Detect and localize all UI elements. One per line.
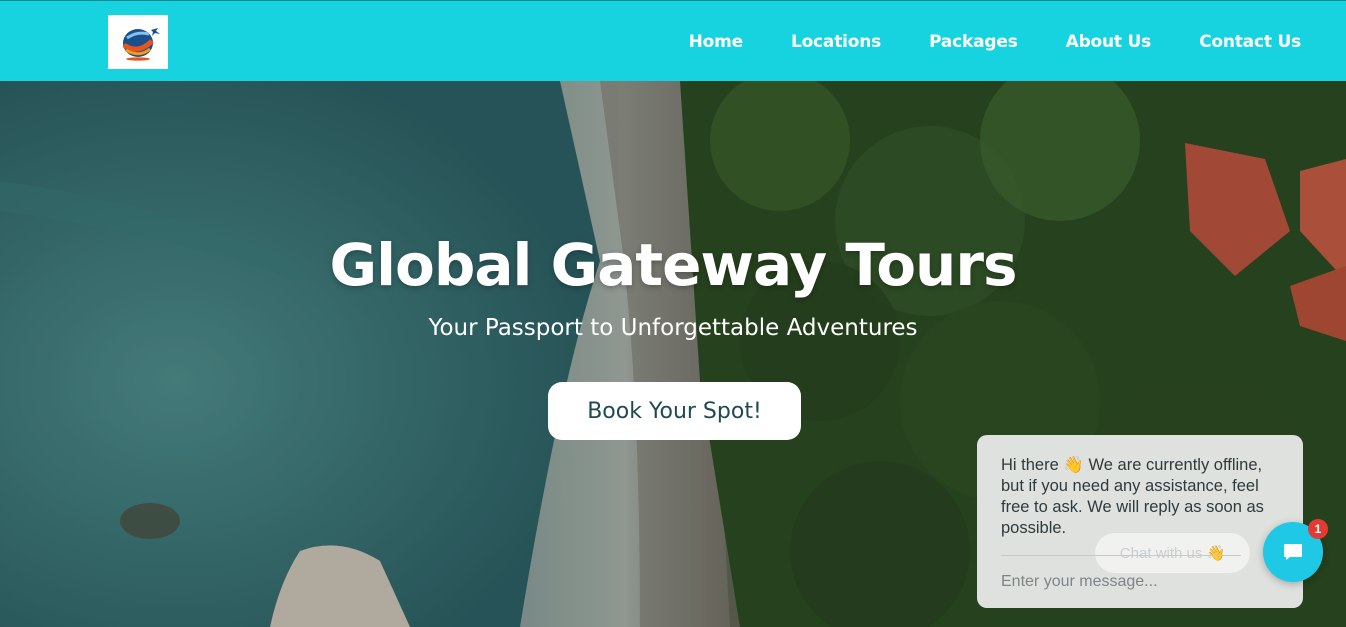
nav-home-link[interactable]: Home — [689, 32, 744, 52]
nav-about-link[interactable]: About Us — [1066, 32, 1152, 52]
chat-bubble-icon — [1284, 544, 1302, 560]
hero-subtitle: Your Passport to Unforgettable Adventure… — [428, 315, 918, 341]
chat-message-input[interactable] — [1001, 571, 1231, 593]
chat-offline-message: Hi there 👋 We are currently offline, but… — [1001, 456, 1264, 537]
navbar: Home Locations Packages About Us Contact… — [0, 0, 1346, 81]
book-your-spot-button[interactable]: Book Your Spot! — [548, 382, 801, 440]
globe-plane-logo-icon[interactable] — [108, 15, 168, 69]
hero-title: Global Gateway Tours — [329, 231, 1018, 299]
nav-locations-link[interactable]: Locations — [791, 32, 881, 52]
nav-contact-link[interactable]: Contact Us — [1199, 32, 1301, 52]
chat-popup: Hi there 👋 We are currently offline, but… — [977, 435, 1303, 608]
nav-links: Home Locations Packages About Us Contact… — [641, 1, 1302, 82]
chat-divider — [1001, 555, 1241, 556]
chat-unread-badge: 1 — [1308, 519, 1328, 539]
nav-packages-link[interactable]: Packages — [929, 32, 1018, 52]
chat-with-us-label[interactable]: Chat with us 👋 — [1095, 533, 1250, 573]
